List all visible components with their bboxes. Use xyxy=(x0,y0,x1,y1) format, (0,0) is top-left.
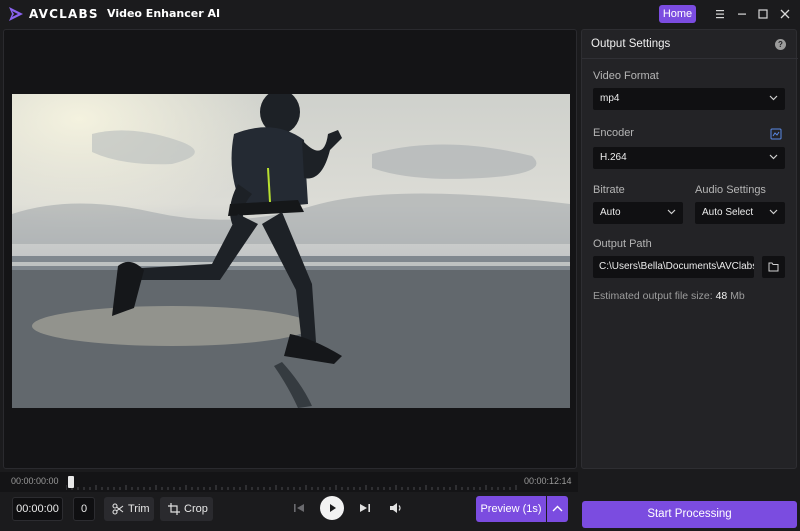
crop-icon xyxy=(168,503,180,515)
play-button[interactable] xyxy=(320,496,344,520)
scissors-icon xyxy=(112,503,124,515)
close-icon[interactable] xyxy=(777,6,793,22)
estimated-size-label: Estimated output file size: xyxy=(593,290,713,302)
minimize-icon[interactable] xyxy=(734,6,750,22)
menu-icon[interactable] xyxy=(712,6,728,22)
timeline-playhead[interactable] xyxy=(68,476,74,488)
app-name: Video Enhancer AI xyxy=(107,7,221,20)
estimated-size-value: 48 xyxy=(715,290,728,302)
frame-field[interactable]: 0 xyxy=(73,497,95,521)
encoder-select[interactable]: H.264 xyxy=(593,147,785,169)
preview-options-button[interactable] xyxy=(547,496,568,522)
output-path-field[interactable]: C:\Users\Bella\Documents\AVClabs xyxy=(593,256,754,278)
bitrate-select[interactable]: Auto xyxy=(593,202,683,224)
estimated-size-unit: Mb xyxy=(730,290,745,302)
output-settings-header: Output Settings ? xyxy=(582,30,798,59)
bitrate-label: Bitrate xyxy=(593,184,625,196)
encoder-label: Encoder xyxy=(593,127,634,139)
video-format-select[interactable]: mp4 xyxy=(593,88,785,110)
crop-label: Crop xyxy=(184,503,208,515)
skip-forward-icon[interactable] xyxy=(358,501,372,515)
video-frame[interactable] xyxy=(12,94,570,408)
preview-button[interactable]: Preview (1s) xyxy=(476,496,546,522)
timeline-end-time: 00:00:12:14 xyxy=(524,476,572,486)
timeline-start-time: 00:00:00:00 xyxy=(11,476,59,486)
folder-icon xyxy=(768,262,779,272)
chevron-down-icon xyxy=(667,209,676,215)
output-settings-panel: Output Settings ? Video Format mp4 Encod… xyxy=(581,29,798,469)
crop-button[interactable]: Crop xyxy=(160,497,213,521)
avclabs-logo-icon xyxy=(9,7,23,21)
skip-back-icon[interactable] xyxy=(292,501,306,515)
timeline-ticks xyxy=(66,485,517,490)
trim-label: Trim xyxy=(128,503,150,515)
maximize-icon[interactable] xyxy=(755,6,771,22)
video-preview-panel xyxy=(3,29,577,469)
output-path-label: Output Path xyxy=(593,238,652,250)
audio-settings-value: Auto Select xyxy=(702,207,754,218)
chevron-up-icon xyxy=(552,505,563,512)
estimated-file-size: Estimated output file size: 48 Mb xyxy=(593,290,745,302)
chevron-down-icon xyxy=(769,95,778,101)
video-format-value: mp4 xyxy=(600,93,620,104)
timeline[interactable]: 00:00:00:00 00:00:12:14 xyxy=(0,472,578,492)
video-format-label: Video Format xyxy=(593,70,659,82)
browse-folder-button[interactable] xyxy=(762,256,785,278)
encoder-value: H.264 xyxy=(600,152,627,163)
encoder-settings-icon[interactable] xyxy=(770,128,782,140)
audio-settings-label: Audio Settings xyxy=(695,184,766,196)
home-button[interactable]: Home xyxy=(659,5,696,23)
audio-settings-select[interactable]: Auto Select xyxy=(695,202,785,224)
start-processing-button[interactable]: Start Processing xyxy=(582,501,797,528)
video-thumbnail xyxy=(12,94,570,408)
bitrate-value: Auto xyxy=(600,207,621,218)
brand-name: AVCLABS xyxy=(29,7,99,21)
help-icon[interactable]: ? xyxy=(775,39,786,50)
panel-title: Output Settings xyxy=(591,38,671,50)
chevron-down-icon xyxy=(769,154,778,160)
current-time-field[interactable]: 00:00:00 xyxy=(12,497,63,521)
volume-icon[interactable] xyxy=(389,501,403,515)
playback-controls: 00:00:00 0 Trim Crop Preview (1s) xyxy=(0,492,578,531)
chevron-down-icon xyxy=(769,209,778,215)
play-icon xyxy=(330,504,336,512)
trim-button[interactable]: Trim xyxy=(104,497,154,521)
title-bar: AVCLABS Video Enhancer AI Home xyxy=(0,0,800,28)
